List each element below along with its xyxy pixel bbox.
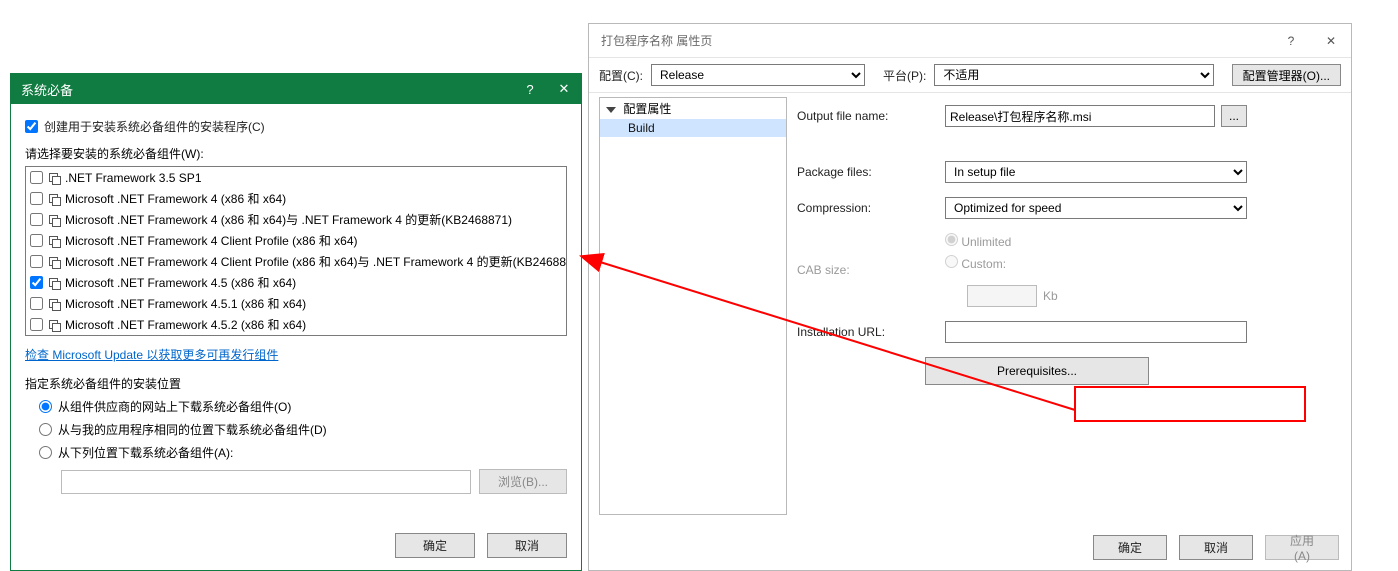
config-label: 配置(C):: [599, 67, 643, 84]
list-item-label: Microsoft .NET Framework 4.5 (x86 和 x64): [65, 274, 296, 291]
list-item-checkbox[interactable]: [30, 318, 43, 331]
list-item[interactable]: Microsoft .NET Framework 4.5.1 (x86 和 x6…: [26, 293, 567, 314]
components-list-label: 请选择要安装的系统必备组件(W):: [25, 145, 567, 162]
titlebar: 系统必备 ? ✕: [11, 74, 581, 104]
cab-unlimited-option: Unlimited: [945, 233, 1058, 249]
list-item-label: Microsoft .NET Framework 4.5.2 (x86 和 x6…: [65, 316, 306, 333]
list-item[interactable]: Microsoft .NET Framework 4 Client Profil…: [26, 230, 567, 251]
list-item-checkbox[interactable]: [30, 255, 43, 268]
ok-button[interactable]: 确定: [1093, 535, 1167, 560]
install-location-label: 指定系统必备组件的安装位置: [25, 375, 567, 392]
package-icon: [47, 192, 61, 206]
config-manager-button[interactable]: 配置管理器(O)...: [1232, 64, 1341, 86]
install-url-input[interactable]: [945, 321, 1247, 343]
package-icon: [47, 318, 61, 332]
config-toolbar: 配置(C): Release 平台(P): 不适用 配置管理器(O)...: [589, 58, 1351, 92]
list-item[interactable]: Microsoft .NET Framework 4 (x86 和 x64)与 …: [26, 209, 567, 230]
tree-root[interactable]: 配置属性: [600, 98, 786, 119]
list-item-label: Microsoft .NET Framework 4 (x86 和 x64): [65, 190, 286, 207]
list-item[interactable]: .NET Framework 3.5 SP1: [26, 167, 567, 188]
cab-unlimited-radio: [945, 233, 958, 246]
list-item-label: Microsoft .NET Framework 4 (x86 和 x64)与 …: [65, 211, 512, 228]
cancel-button[interactable]: 取消: [1179, 535, 1253, 560]
form-panel: Output file name: ... Package files: In …: [797, 93, 1351, 550]
package-icon: [47, 297, 61, 311]
platform-label: 平台(P):: [883, 67, 926, 84]
update-link[interactable]: 检查 Microsoft Update 以获取更多可再发行组件: [25, 346, 278, 363]
list-item-checkbox[interactable]: [30, 234, 43, 247]
cab-size-input: [967, 285, 1037, 307]
custom-location-input: [61, 470, 471, 494]
package-icon: [47, 234, 61, 248]
tree-root-label: 配置属性: [623, 102, 671, 116]
cancel-button[interactable]: 取消: [487, 533, 567, 558]
property-body: 配置属性 Build Output file name: ... Package…: [589, 92, 1351, 550]
cab-custom-option: Custom:: [945, 255, 1058, 271]
close-button[interactable]: ✕: [1311, 24, 1351, 58]
tree-item-build[interactable]: Build: [600, 119, 786, 137]
list-item-label: Microsoft .NET Framework 4 Client Profil…: [65, 253, 567, 270]
category-tree[interactable]: 配置属性 Build: [599, 97, 787, 515]
package-icon: [47, 276, 61, 290]
list-item[interactable]: Microsoft .NET Framework 4.5 (x86 和 x64): [26, 272, 567, 293]
list-item-checkbox[interactable]: [30, 192, 43, 205]
prerequisites-dialog: 系统必备 ? ✕ 创建用于安装系统必备组件的安装程序(C) 请选择要安装的系统必…: [10, 73, 582, 571]
list-item-checkbox[interactable]: [30, 171, 43, 184]
list-item-checkbox[interactable]: [30, 297, 43, 310]
list-item-checkbox[interactable]: [30, 276, 43, 289]
package-files-label: Package files:: [797, 165, 945, 179]
vendor-website-label: 从组件供应商的网站上下载系统必备组件(O): [58, 398, 291, 415]
browse-button: 浏览(B)...: [479, 469, 567, 494]
list-item-label: Microsoft .NET Framework 4.5.1 (x86 和 x6…: [65, 295, 306, 312]
prerequisites-button[interactable]: Prerequisites...: [925, 357, 1149, 385]
vendor-website-radio[interactable]: [39, 400, 52, 413]
collapse-icon: [606, 107, 616, 113]
compression-select[interactable]: Optimized for speed: [945, 197, 1247, 219]
install-url-label: Installation URL:: [797, 325, 945, 339]
package-icon: [47, 171, 61, 185]
create-installer-label: 创建用于安装系统必备组件的安装程序(C): [44, 118, 265, 135]
same-location-label: 从与我的应用程序相同的位置下载系统必备组件(D): [58, 421, 327, 438]
components-listbox[interactable]: .NET Framework 3.5 SP1 Microsoft .NET Fra…: [25, 166, 567, 336]
cab-size-label: CAB size:: [797, 263, 945, 277]
property-pages-dialog: 打包程序名称 属性页 ? ✕ 配置(C): Release 平台(P): 不适用…: [588, 23, 1352, 571]
list-item[interactable]: Microsoft .NET Framework 4.5.2 (x86 和 x6…: [26, 314, 567, 335]
compression-label: Compression:: [797, 201, 945, 215]
dialog-footer: 确定 取消 应用(A): [1093, 535, 1339, 560]
package-icon: [47, 213, 61, 227]
package-icon: [47, 255, 61, 269]
platform-select[interactable]: 不适用: [934, 64, 1214, 86]
output-file-input[interactable]: [945, 105, 1215, 127]
window-title: 系统必备: [21, 80, 513, 99]
help-button[interactable]: ?: [1271, 24, 1311, 58]
list-item-label: .NET Framework 3.5 SP1: [65, 171, 202, 185]
same-location-radio[interactable]: [39, 423, 52, 436]
kb-unit-label: Kb: [1043, 289, 1058, 303]
dialog-footer: 确定 取消: [395, 533, 567, 558]
close-button[interactable]: ✕: [547, 74, 581, 104]
cab-custom-radio: [945, 255, 958, 268]
package-files-select[interactable]: In setup file: [945, 161, 1247, 183]
list-item[interactable]: Microsoft .NET Framework 4 (x86 和 x64): [26, 188, 567, 209]
window-title: 打包程序名称 属性页: [601, 32, 1271, 49]
titlebar: 打包程序名称 属性页 ? ✕: [589, 24, 1351, 58]
ok-button[interactable]: 确定: [395, 533, 475, 558]
help-button[interactable]: ?: [513, 74, 547, 104]
config-select[interactable]: Release: [651, 64, 865, 86]
output-file-browse-button[interactable]: ...: [1221, 105, 1247, 127]
list-item-checkbox[interactable]: [30, 213, 43, 226]
custom-location-radio[interactable]: [39, 446, 52, 459]
custom-location-label: 从下列位置下载系统必备组件(A):: [58, 444, 233, 461]
list-item[interactable]: Microsoft .NET Framework 4 Client Profil…: [26, 251, 567, 272]
create-installer-checkbox[interactable]: [25, 120, 38, 133]
list-item-label: Microsoft .NET Framework 4 Client Profil…: [65, 232, 358, 249]
dialog-body: 创建用于安装系统必备组件的安装程序(C) 请选择要安装的系统必备组件(W): .…: [11, 104, 581, 502]
apply-button[interactable]: 应用(A): [1265, 535, 1339, 560]
output-file-label: Output file name:: [797, 109, 945, 123]
